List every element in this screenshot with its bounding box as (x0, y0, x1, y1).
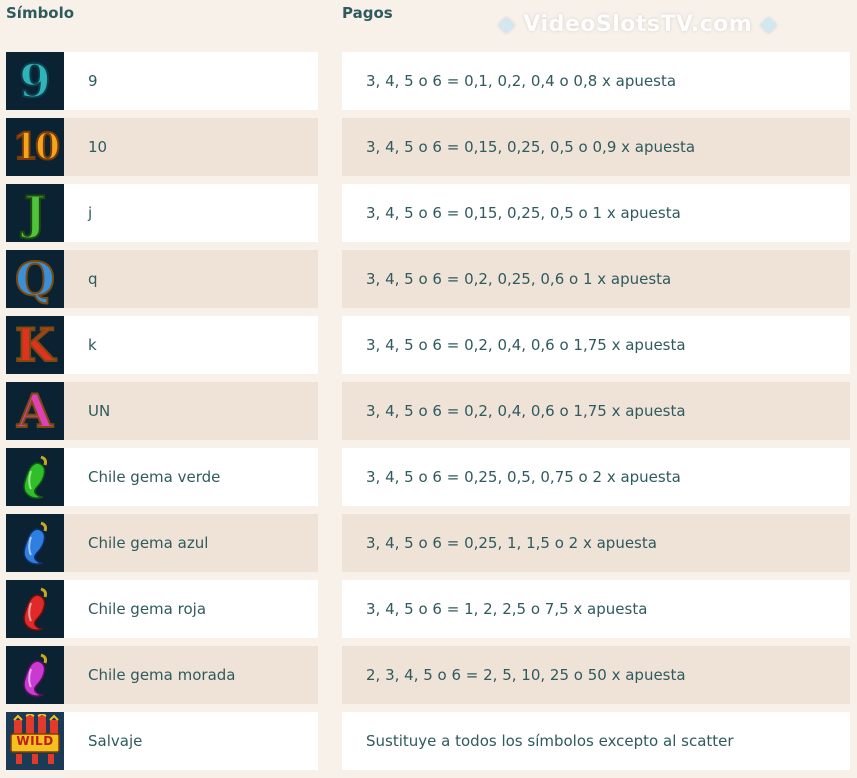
king-icon: K (6, 316, 64, 374)
wild-icon-label: WILD (16, 734, 54, 748)
payout-text: 3, 4, 5 o 6 = 0,15, 0,25, 0,5 o 0,9 x ap… (366, 138, 696, 156)
purple-chili-gem-icon (6, 646, 64, 704)
payout-text: 3, 4, 5 o 6 = 0,2, 0,4, 0,6 o 1,75 x apu… (366, 402, 686, 420)
symbol-cell: Chile gema morada (6, 646, 318, 704)
symbol-cell: Chile gema verde (6, 448, 318, 506)
table-row: 9 9 3, 4, 5 o 6 = 0,1, 0,2, 0,4 o 0,8 x … (0, 52, 857, 110)
jack-icon: J (6, 184, 64, 242)
symbol-name: q (88, 270, 98, 288)
payout-cell: Sustituye a todos los símbolos excepto a… (342, 712, 850, 770)
payout-cell: 3, 4, 5 o 6 = 0,2, 0,4, 0,6 o 1,75 x apu… (342, 316, 850, 374)
symbol-cell: A UN (6, 382, 318, 440)
wild-icon: WILD (6, 712, 64, 770)
symbol-name: Chile gema verde (88, 468, 221, 486)
payout-cell: 3, 4, 5 o 6 = 0,15, 0,25, 0,5 o 1 x apue… (342, 184, 850, 242)
symbol-name: UN (88, 402, 111, 420)
payout-cell: 3, 4, 5 o 6 = 0,2, 0,4, 0,6 o 1,75 x apu… (342, 382, 850, 440)
table-row: Chile gema morada 2, 3, 4, 5 o 6 = 2, 5,… (0, 646, 857, 704)
symbol-cell: 10 10 (6, 118, 318, 176)
payout-text: 3, 4, 5 o 6 = 0,2, 0,4, 0,6 o 1,75 x apu… (366, 336, 686, 354)
payout-cell: 3, 4, 5 o 6 = 0,1, 0,2, 0,4 o 0,8 x apue… (342, 52, 850, 110)
ace-icon: A (6, 382, 64, 440)
symbol-cell: J j (6, 184, 318, 242)
diamond-icon: ◆ (498, 11, 516, 37)
payout-cell: 3, 4, 5 o 6 = 0,15, 0,25, 0,5 o 0,9 x ap… (342, 118, 850, 176)
payout-text: 3, 4, 5 o 6 = 0,1, 0,2, 0,4 o 0,8 x apue… (366, 72, 677, 90)
blue-chili-gem-icon (6, 514, 64, 572)
payout-cell: 3, 4, 5 o 6 = 0,25, 1, 1,5 o 2 x apuesta (342, 514, 850, 572)
table-row: WILD Salvaje Sustituye a todos los símbo… (0, 712, 857, 770)
table-row: 10 10 3, 4, 5 o 6 = 0,15, 0,25, 0,5 o 0,… (0, 118, 857, 176)
red-chili-gem-icon (6, 580, 64, 638)
symbol-column-header: Símbolo (6, 4, 75, 22)
symbol-name: k (88, 336, 97, 354)
table-row: K k 3, 4, 5 o 6 = 0,2, 0,4, 0,6 o 1,75 x… (0, 316, 857, 374)
payout-text: Sustituye a todos los símbolos excepto a… (366, 732, 734, 750)
symbol-cell: Chile gema azul (6, 514, 318, 572)
symbol-name: Chile gema morada (88, 666, 236, 684)
symbol-name: 10 (88, 138, 108, 156)
payout-cell: 3, 4, 5 o 6 = 1, 2, 2,5 o 7,5 x apuesta (342, 580, 850, 638)
table-row: Chile gema verde 3, 4, 5 o 6 = 0,25, 0,5… (0, 448, 857, 506)
symbol-name: Chile gema roja (88, 600, 207, 618)
payout-cell: 3, 4, 5 o 6 = 0,2, 0,25, 0,6 o 1 x apues… (342, 250, 850, 308)
symbol-cell: Q q (6, 250, 318, 308)
table-row: J j 3, 4, 5 o 6 = 0,15, 0,25, 0,5 o 1 x … (0, 184, 857, 242)
diamond-icon: ◆ (760, 11, 778, 37)
symbol-cell: 9 9 (6, 52, 318, 110)
green-chili-gem-icon (6, 448, 64, 506)
ten-icon: 10 (6, 118, 64, 176)
payout-text: 3, 4, 5 o 6 = 0,2, 0,25, 0,6 o 1 x apues… (366, 270, 672, 288)
symbol-cell: Chile gema roja (6, 580, 318, 638)
table-row: Chile gema azul 3, 4, 5 o 6 = 0,25, 1, 1… (0, 514, 857, 572)
symbol-cell: K k (6, 316, 318, 374)
symbol-cell: WILD Salvaje (6, 712, 318, 770)
payout-text: 2, 3, 4, 5 o 6 = 2, 5, 10, 25 o 50 x apu… (366, 666, 686, 684)
table-row: A UN 3, 4, 5 o 6 = 0,2, 0,4, 0,6 o 1,75 … (0, 382, 857, 440)
site-watermark: ◆ VideoSlotsTV.com ◆ (498, 4, 783, 44)
payout-cell: 3, 4, 5 o 6 = 0,25, 0,5, 0,75 o 2 x apue… (342, 448, 850, 506)
nine-icon: 9 (6, 52, 64, 110)
table-row: Chile gema roja 3, 4, 5 o 6 = 1, 2, 2,5 … (0, 580, 857, 638)
symbol-name: 9 (88, 72, 98, 90)
payout-text: 3, 4, 5 o 6 = 1, 2, 2,5 o 7,5 x apuesta (366, 600, 648, 618)
symbol-name: j (88, 204, 93, 222)
pays-column-header: Pagos (342, 4, 393, 22)
queen-icon: Q (6, 250, 64, 308)
payout-text: 3, 4, 5 o 6 = 0,25, 1, 1,5 o 2 x apuesta (366, 534, 657, 552)
symbol-name: Chile gema azul (88, 534, 209, 552)
symbol-name: Salvaje (88, 732, 143, 750)
payout-text: 3, 4, 5 o 6 = 0,15, 0,25, 0,5 o 1 x apue… (366, 204, 681, 222)
payout-text: 3, 4, 5 o 6 = 0,25, 0,5, 0,75 o 2 x apue… (366, 468, 681, 486)
payout-cell: 2, 3, 4, 5 o 6 = 2, 5, 10, 25 o 50 x apu… (342, 646, 850, 704)
watermark-text: VideoSlotsTV.com (523, 11, 753, 37)
table-row: Q q 3, 4, 5 o 6 = 0,2, 0,25, 0,6 o 1 x a… (0, 250, 857, 308)
